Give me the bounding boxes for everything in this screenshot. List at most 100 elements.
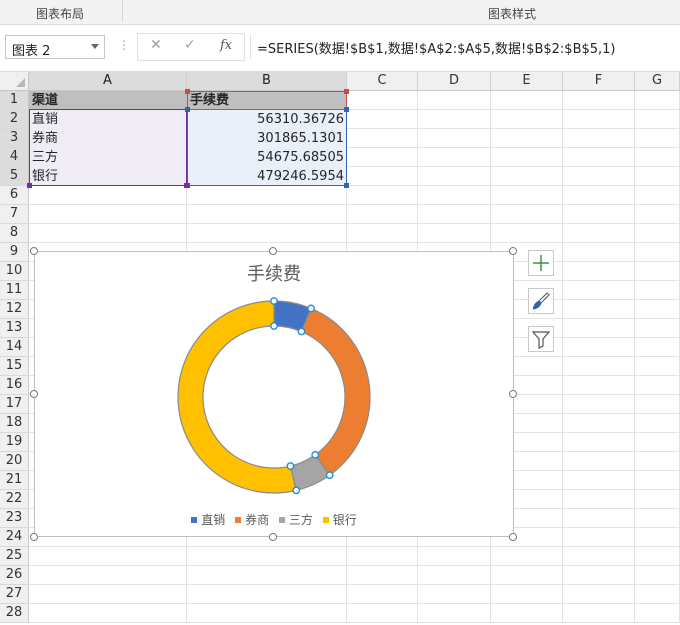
doughnut-plot[interactable] bbox=[35, 252, 513, 536]
row-header-18[interactable]: 18 bbox=[0, 414, 29, 433]
row-header-7[interactable]: 7 bbox=[0, 205, 29, 224]
resize-handle-bottom[interactable] bbox=[269, 533, 277, 541]
gridline-horizontal bbox=[29, 584, 680, 585]
row-header-9[interactable]: 9 bbox=[0, 243, 29, 262]
selection-point-handle[interactable] bbox=[307, 304, 315, 313]
select-all-button[interactable] bbox=[0, 72, 29, 91]
legend-label: 银行 bbox=[332, 513, 357, 527]
chart-filters-button[interactable] bbox=[528, 326, 554, 352]
slice-bank[interactable] bbox=[177, 300, 297, 494]
row-header-24[interactable]: 24 bbox=[0, 528, 29, 547]
selection-point-handle[interactable] bbox=[311, 450, 320, 459]
resize-handle-bottom-right[interactable] bbox=[509, 533, 517, 541]
formula-bar: 图表 2 ⋮ ✕ ✓ fx =SERIES(数据!$B$1,数据!$A$2:$A… bbox=[0, 25, 680, 72]
range-corner-a-bl[interactable] bbox=[27, 183, 32, 188]
row-header-19[interactable]: 19 bbox=[0, 433, 29, 452]
ribbon-separator bbox=[122, 0, 123, 22]
legend-swatch bbox=[235, 516, 242, 523]
row-header-8[interactable]: 8 bbox=[0, 224, 29, 243]
column-header-g[interactable]: G bbox=[635, 72, 680, 91]
row-header-4[interactable]: 4 bbox=[0, 148, 29, 167]
gridline-vertical bbox=[562, 91, 563, 623]
range-corner-tl[interactable] bbox=[185, 107, 190, 112]
legend-label: 三方 bbox=[288, 513, 313, 527]
gridline-horizontal bbox=[29, 622, 680, 623]
selection-point-handle[interactable] bbox=[325, 471, 334, 480]
gridline-horizontal bbox=[29, 565, 680, 566]
range-corner-br[interactable] bbox=[344, 183, 349, 188]
gridline-horizontal bbox=[29, 223, 680, 224]
enter-icon[interactable]: ✓ bbox=[184, 37, 196, 53]
row-header-22[interactable]: 22 bbox=[0, 490, 29, 509]
ribbon-group-bar: 图表布局 图表样式 bbox=[0, 0, 680, 25]
gridline-horizontal bbox=[29, 603, 680, 604]
range-corner-tr[interactable] bbox=[344, 107, 349, 112]
column-header-a[interactable]: A bbox=[29, 72, 187, 91]
selection-point-handle[interactable] bbox=[292, 486, 301, 495]
ribbon-group-chart-style: 图表样式 bbox=[488, 7, 537, 21]
row-header-26[interactable]: 26 bbox=[0, 566, 29, 585]
selection-point-handle[interactable] bbox=[270, 322, 278, 330]
name-box-value: 图表 2 bbox=[12, 44, 51, 59]
gridline-horizontal bbox=[29, 546, 680, 547]
resize-handle-bottom-left[interactable] bbox=[30, 533, 38, 541]
legend-swatch bbox=[191, 516, 198, 523]
header-a-highlight bbox=[29, 91, 187, 110]
legend-label: 直销 bbox=[201, 513, 226, 527]
row-header-2[interactable]: 2 bbox=[0, 110, 29, 129]
row-header-10[interactable]: 10 bbox=[0, 262, 29, 281]
column-header-d[interactable]: D bbox=[418, 72, 491, 91]
row-header-21[interactable]: 21 bbox=[0, 471, 29, 490]
resize-handle-top[interactable] bbox=[269, 247, 277, 255]
insert-function-icon[interactable]: fx bbox=[220, 38, 232, 53]
row-header-13[interactable]: 13 bbox=[0, 319, 29, 338]
doughnut-chart[interactable]: 手续费 直销 券商 三方 银行 bbox=[34, 251, 514, 537]
cancel-icon[interactable]: ✕ bbox=[150, 37, 162, 53]
chart-legend[interactable]: 直销 券商 三方 银行 bbox=[35, 511, 513, 528]
resize-handle-top-right[interactable] bbox=[509, 247, 517, 255]
formula-input[interactable]: =SERIES(数据!$B$1,数据!$A$2:$A$5,数据!$B$2:$B$… bbox=[250, 35, 675, 59]
formula-bar-grip-icon: ⋮ bbox=[118, 38, 130, 52]
row-header-12[interactable]: 12 bbox=[0, 300, 29, 319]
column-header-f[interactable]: F bbox=[563, 72, 635, 91]
column-header-e[interactable]: E bbox=[491, 72, 563, 91]
row-header-27[interactable]: 27 bbox=[0, 585, 29, 604]
row-header-14[interactable]: 14 bbox=[0, 338, 29, 357]
row-header-25[interactable]: 25 bbox=[0, 547, 29, 566]
range-corner-h-tr[interactable] bbox=[344, 89, 349, 94]
column-header-b[interactable]: B bbox=[187, 72, 347, 91]
name-box[interactable]: 图表 2 bbox=[5, 35, 105, 59]
chevron-down-icon[interactable] bbox=[91, 44, 99, 49]
row-header-6[interactable]: 6 bbox=[0, 186, 29, 205]
range-corner-a-br[interactable] bbox=[184, 183, 189, 188]
gridline-horizontal bbox=[29, 242, 680, 243]
row-header-28[interactable]: 28 bbox=[0, 604, 29, 623]
legend-item-broker: 券商 bbox=[235, 511, 269, 528]
column-header-c[interactable]: C bbox=[347, 72, 418, 91]
row-header-17[interactable]: 17 bbox=[0, 395, 29, 414]
legend-item-direct: 直销 bbox=[191, 511, 225, 528]
row-header-16[interactable]: 16 bbox=[0, 376, 29, 395]
selection-point-handle[interactable] bbox=[286, 462, 295, 470]
row-header-23[interactable]: 23 bbox=[0, 509, 29, 528]
slice-broker[interactable] bbox=[300, 307, 371, 477]
row-header-5[interactable]: 5 bbox=[0, 167, 29, 186]
row-header-20[interactable]: 20 bbox=[0, 452, 29, 471]
resize-handle-top-left[interactable] bbox=[30, 247, 38, 255]
resize-handle-left[interactable] bbox=[30, 390, 38, 398]
series-name-highlight bbox=[187, 91, 347, 110]
range-corner-h-tl[interactable] bbox=[185, 89, 190, 94]
row-header-15[interactable]: 15 bbox=[0, 357, 29, 376]
row-header-11[interactable]: 11 bbox=[0, 281, 29, 300]
resize-handle-right[interactable] bbox=[509, 390, 517, 398]
row-header-1[interactable]: 1 bbox=[0, 91, 29, 110]
selection-point-handle[interactable] bbox=[297, 327, 306, 336]
selection-point-handle[interactable] bbox=[270, 297, 278, 305]
gridline-horizontal bbox=[29, 204, 680, 205]
chart-elements-button[interactable] bbox=[528, 250, 554, 276]
filter-icon bbox=[531, 331, 551, 349]
row-header-3[interactable]: 3 bbox=[0, 129, 29, 148]
legend-item-third-party: 三方 bbox=[278, 511, 313, 528]
legend-item-bank: 银行 bbox=[322, 511, 357, 528]
chart-styles-button[interactable] bbox=[528, 288, 554, 314]
